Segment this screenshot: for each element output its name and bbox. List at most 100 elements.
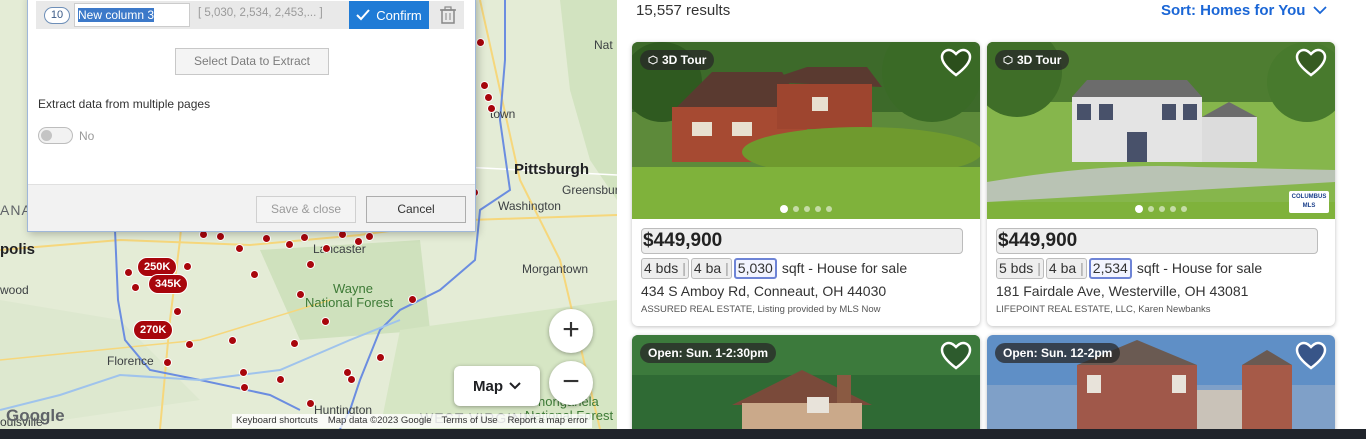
map-pin[interactable] xyxy=(306,399,315,408)
map-pin[interactable] xyxy=(365,232,374,241)
zoom-out-button[interactable]: − xyxy=(549,361,593,405)
map-pin[interactable] xyxy=(276,375,285,384)
google-logo: Google xyxy=(6,406,65,425)
map-pin[interactable] xyxy=(285,240,294,249)
select-data-button[interactable]: Select Data to Extract xyxy=(175,48,329,75)
map-label-florence: Florence xyxy=(107,354,154,368)
chevron-down-icon xyxy=(509,382,521,390)
cube-icon xyxy=(648,55,658,65)
beds: 4 bds xyxy=(644,259,679,276)
map-pin[interactable] xyxy=(163,358,172,367)
listing-photo[interactable]: Open: Sun. 1-2:30pm xyxy=(632,335,980,435)
map-pin[interactable] xyxy=(228,336,237,345)
listing-address[interactable]: 434 S Amboy Rd, Conneaut, OH 44030 xyxy=(641,283,980,299)
map-cluster[interactable]: 345K xyxy=(148,274,189,294)
map-pin[interactable] xyxy=(408,295,417,304)
terms-link[interactable]: Terms of Use xyxy=(442,415,498,427)
listing-card[interactable]: 3D Tour COLUMBUS MLS $449,900 5 bds | 4 b… xyxy=(987,42,1335,326)
trash-icon[interactable] xyxy=(438,5,458,25)
map-pin[interactable] xyxy=(306,260,315,269)
open-house-badge: Open: Sun. 12-2pm xyxy=(995,343,1121,363)
map-pin[interactable] xyxy=(235,244,244,253)
beds-box: 4 bds | xyxy=(641,257,689,279)
map-pin[interactable] xyxy=(487,104,496,113)
sort-dropdown[interactable]: Sort: Homes for You xyxy=(1161,2,1328,19)
taskbar xyxy=(0,429,1366,439)
map-pin[interactable] xyxy=(300,233,309,242)
photo-dots xyxy=(632,205,980,213)
map-pin[interactable] xyxy=(321,317,330,326)
open-house-badge: Open: Sun. 1-2:30pm xyxy=(640,343,777,363)
column-row: 10 New column 3 [ 5,030, 2,534, 2,453,..… xyxy=(36,1,464,29)
listing-photo[interactable]: 3D Tour COLUMBUS MLS xyxy=(987,42,1335,219)
listing-card[interactable]: 3D Tour $449,900 4 bds | 4 ba | 5,030 sqft… xyxy=(632,42,980,326)
listing-photo[interactable]: Open: Sun. 12-2pm xyxy=(987,335,1335,435)
dialog-footer: Save & close Cancel xyxy=(28,184,475,231)
listing-address[interactable]: 181 Fairdale Ave, Westerville, OH 43081 xyxy=(996,283,1335,299)
badge-label: 3D Tour xyxy=(1017,53,1062,67)
map-pin[interactable] xyxy=(185,340,194,349)
heart-icon[interactable] xyxy=(940,48,972,78)
map-pin[interactable] xyxy=(216,232,225,241)
map-type-label: Map xyxy=(473,377,503,395)
sqft-value: 5,030 xyxy=(733,257,777,279)
map-label-greensburg: Greensburg xyxy=(562,183,617,197)
zoom-in-button[interactable]: + xyxy=(549,309,593,353)
baths-box: 4 ba | xyxy=(1045,257,1087,279)
map-pin[interactable] xyxy=(476,38,485,47)
listing-price: $449,900 xyxy=(641,228,963,254)
beds-box: 5 bds | xyxy=(996,257,1044,279)
baths: 4 ba xyxy=(693,259,722,276)
listings-panel: 15,557 results Sort: Homes for You 3D To… xyxy=(617,0,1366,435)
map-pin[interactable] xyxy=(183,262,192,271)
map-pin[interactable] xyxy=(239,368,248,377)
keyboard-shortcuts-link[interactable]: Keyboard shortcuts xyxy=(236,415,318,427)
map-label-wayne: Wayne xyxy=(333,281,373,296)
map-pin[interactable] xyxy=(376,353,385,362)
badge-label: 3D Tour xyxy=(662,53,707,67)
map-pin[interactable] xyxy=(124,268,133,277)
map-label-nat: Nat xyxy=(594,38,613,52)
check-icon xyxy=(356,9,370,21)
listing-card[interactable]: Open: Sun. 1-2:30pm xyxy=(632,335,980,435)
map-pin[interactable] xyxy=(484,93,493,102)
save-close-button[interactable]: Save & close xyxy=(256,196,356,223)
report-error-link[interactable]: Report a map error xyxy=(507,415,587,427)
heart-icon[interactable] xyxy=(1295,48,1327,78)
map-label-morgantown: Morgantown xyxy=(522,262,589,276)
beds: 5 bds xyxy=(999,259,1034,276)
listing-photo[interactable]: 3D Tour xyxy=(632,42,980,219)
listing-broker: ASSURED REAL ESTATE, Listing provided by… xyxy=(641,304,881,315)
map-pin[interactable] xyxy=(240,383,249,392)
map-type-button[interactable]: Map xyxy=(454,366,540,406)
extract-dialog: 10 New column 3 [ 5,030, 2,534, 2,453,..… xyxy=(27,0,476,232)
cancel-button[interactable]: Cancel xyxy=(366,196,466,223)
map-data-text: Map data ©2023 Google xyxy=(327,415,432,426)
map-pin[interactable] xyxy=(322,244,331,253)
map-pin[interactable] xyxy=(354,237,363,246)
map-pin[interactable] xyxy=(173,307,182,316)
map-pin[interactable] xyxy=(250,270,259,279)
column-name-input[interactable]: New column 3 xyxy=(74,3,190,27)
baths: 4 ba xyxy=(1048,259,1077,276)
listing-card[interactable]: Open: Sun. 12-2pm xyxy=(987,335,1335,435)
heart-icon[interactable] xyxy=(1295,341,1327,371)
map-pin[interactable] xyxy=(290,339,299,348)
map-cluster[interactable]: 270K xyxy=(133,320,174,340)
map-pin[interactable] xyxy=(480,81,489,90)
results-count: 15,557 results xyxy=(636,2,731,19)
confirm-button[interactable]: Confirm xyxy=(349,1,429,29)
multi-page-toggle[interactable] xyxy=(38,127,73,144)
sqft-value: 2,534 xyxy=(1088,257,1132,279)
map-panel[interactable]: Pittsburgh Greensburg Washington Morgant… xyxy=(0,0,617,429)
badge-label: Open: Sun. 1-2:30pm xyxy=(648,346,769,360)
cube-icon xyxy=(1003,55,1013,65)
map-pin[interactable] xyxy=(296,290,305,299)
map-footer: Keyboard shortcuts Map data ©2023 Google… xyxy=(232,414,592,428)
map-pin[interactable] xyxy=(131,283,140,292)
map-pin[interactable] xyxy=(262,234,271,243)
heart-icon[interactable] xyxy=(940,341,972,371)
tour-badge: 3D Tour xyxy=(995,50,1070,70)
map-pin[interactable] xyxy=(347,375,356,384)
column-number-badge: 10 xyxy=(44,7,70,24)
